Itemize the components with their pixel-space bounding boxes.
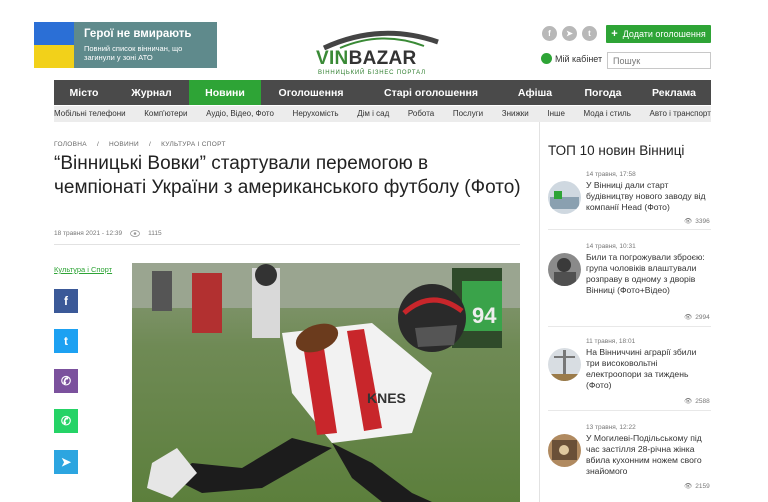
article-photo[interactable]: 94 KNES	[132, 263, 520, 502]
ato-heroes-banner[interactable]: Герої не вмирають Повний список вінничан…	[34, 22, 217, 68]
subnav-item-auto[interactable]: Авто і транспорт	[650, 106, 711, 122]
divider	[54, 244, 520, 245]
add-ad-button[interactable]: + Додати оголошення	[606, 25, 711, 43]
divider	[548, 410, 711, 411]
logo-wordmark: VINBAZAR	[316, 48, 417, 69]
viber-icon: ✆	[60, 374, 72, 388]
news-headline[interactable]: У Могилеві-Подільському під час застілля…	[586, 433, 708, 477]
main-nav: Місто Журнал Новини Оголошення Старі ого…	[54, 80, 711, 105]
facebook-icon: f	[64, 294, 68, 308]
news-headline[interactable]: Били та погрожували зброєю: група чолові…	[586, 252, 708, 296]
top10-title: ТОП 10 новин Вінниці	[548, 143, 685, 158]
news-date: 13 травня, 12:22	[586, 424, 636, 431]
nav-item-ads[interactable]: Оголошення	[261, 80, 361, 105]
eye-icon: 👁	[684, 314, 693, 321]
share-whatsapp-button[interactable]: ✆	[54, 409, 78, 433]
news-headline[interactable]: На Вінниччині аграрії збили три високово…	[586, 347, 708, 391]
plus-icon: +	[611, 28, 618, 40]
news-views: 👁 2588	[684, 397, 710, 406]
breadcrumb-separator: /	[96, 141, 100, 148]
header-socials: f ➤ t	[542, 26, 597, 41]
news-item[interactable]: 14 травня, 17:58 У Вінниці дали старт бу…	[548, 171, 713, 235]
breadcrumb-separator: /	[148, 141, 152, 148]
article-meta: 18 травня 2021 - 12:39 1115	[54, 230, 162, 237]
cabinet-label: Мій кабінет	[555, 53, 603, 64]
facebook-icon[interactable]: f	[542, 26, 557, 41]
eye-icon: 👁	[684, 483, 693, 490]
twitter-icon[interactable]: t	[582, 26, 597, 41]
eye-icon: 👁	[684, 398, 693, 405]
article-title: “Вінницькі Вовки” стартували перемогою в…	[54, 153, 521, 198]
svg-text:94: 94	[472, 303, 497, 328]
ukraine-flag-icon	[34, 22, 74, 68]
breadcrumb-home[interactable]: ГОЛОВНА	[54, 141, 87, 148]
news-date: 11 травня, 18:01	[586, 338, 636, 345]
telegram-icon: ➤	[60, 455, 72, 469]
logo-arc-icon	[322, 30, 439, 50]
news-thumbnail	[548, 348, 581, 381]
share-twitter-button[interactable]: t	[54, 329, 78, 353]
news-thumbnail	[548, 181, 581, 214]
news-headline[interactable]: У Вінниці дали старт будівництву нового …	[586, 180, 708, 213]
breadcrumb-category[interactable]: КУЛЬТУРА І СПОРТ	[161, 141, 226, 148]
category-nav: Мобільні телефони Комп'ютери Аудіо, Віде…	[54, 106, 711, 122]
my-cabinet-link[interactable]: Мій кабінет	[541, 53, 602, 64]
subnav-item-real-estate[interactable]: Нерухомість	[293, 106, 339, 122]
eye-icon	[130, 230, 141, 237]
share-facebook-button[interactable]: f	[54, 289, 78, 313]
nav-item-weather[interactable]: Погода	[569, 80, 637, 105]
vinbazar-logo[interactable]: VINBAZAR ВІННИЦЬКИЙ БІЗНЕС ПОРТАЛ	[316, 28, 446, 76]
subnav-item-fashion[interactable]: Мода і стиль	[584, 106, 631, 122]
whatsapp-icon: ✆	[60, 414, 72, 428]
divider	[548, 326, 711, 327]
svg-text:KNES: KNES	[367, 390, 406, 406]
logo-tagline: ВІННИЦЬКИЙ БІЗНЕС ПОРТАЛ	[318, 70, 426, 76]
nav-item-advertising[interactable]: Реклама	[637, 80, 711, 105]
news-views: 👁 3396	[684, 217, 710, 226]
nav-item-journal[interactable]: Журнал	[114, 80, 189, 105]
banner-subtitle: Повний список вінничан, що загинули у зо…	[84, 44, 183, 62]
subnav-item-discounts[interactable]: Знижки	[502, 106, 529, 122]
nav-item-city[interactable]: Місто	[54, 80, 114, 105]
nav-item-afisha[interactable]: Афіша	[501, 80, 569, 105]
telegram-icon[interactable]: ➤	[562, 26, 577, 41]
news-thumbnail	[548, 253, 581, 286]
news-views: 👁 2994	[684, 313, 710, 322]
subnav-item-audio-video[interactable]: Аудіо, Відео, Фото	[206, 106, 274, 122]
breadcrumb: ГОЛОВНА / НОВИНИ / КУЛЬТУРА І СПОРТ	[54, 141, 226, 148]
nav-item-old-ads[interactable]: Старі оголошення	[361, 80, 501, 105]
news-views: 👁 2159	[684, 482, 710, 491]
share-telegram-button[interactable]: ➤	[54, 450, 78, 474]
football-photo-image: 94 KNES	[132, 263, 520, 502]
news-date: 14 травня, 17:58	[586, 171, 636, 178]
article-category-link[interactable]: Культура і Спорт	[54, 265, 112, 274]
news-item[interactable]: 13 травня, 12:22 У Могилеві-Подільському…	[548, 424, 713, 502]
eye-icon: 👁	[684, 218, 693, 225]
user-icon	[541, 53, 552, 64]
news-thumbnail	[548, 434, 581, 467]
share-viber-button[interactable]: ✆	[54, 369, 78, 393]
breadcrumb-news[interactable]: НОВИНИ	[109, 141, 139, 148]
banner-title: Герої не вмирають	[84, 28, 192, 40]
news-date: 14 травня, 10:31	[586, 243, 636, 250]
subnav-item-computers[interactable]: Комп'ютери	[144, 106, 187, 122]
news-item[interactable]: 11 травня, 18:01 На Вінниччині аграрії з…	[548, 338, 713, 416]
nav-item-news[interactable]: Новини	[189, 80, 261, 105]
subnav-item-home-garden[interactable]: Дім і сад	[357, 106, 389, 122]
subnav-item-other[interactable]: Інше	[547, 106, 565, 122]
subnav-item-phones[interactable]: Мобільні телефони	[54, 106, 126, 122]
search-input[interactable]: Пошук	[607, 52, 711, 69]
divider	[548, 229, 711, 230]
twitter-icon: t	[64, 334, 68, 348]
sidebar-divider	[539, 122, 540, 502]
add-ad-label: Додати оголошення	[622, 29, 706, 39]
news-item[interactable]: 14 травня, 10:31 Били та погрожували збр…	[548, 243, 713, 327]
article-date: 18 травня 2021 - 12:39	[54, 230, 123, 237]
article-views: 1115	[148, 230, 162, 237]
subnav-item-services[interactable]: Послуги	[453, 106, 483, 122]
subnav-item-jobs[interactable]: Робота	[408, 106, 434, 122]
